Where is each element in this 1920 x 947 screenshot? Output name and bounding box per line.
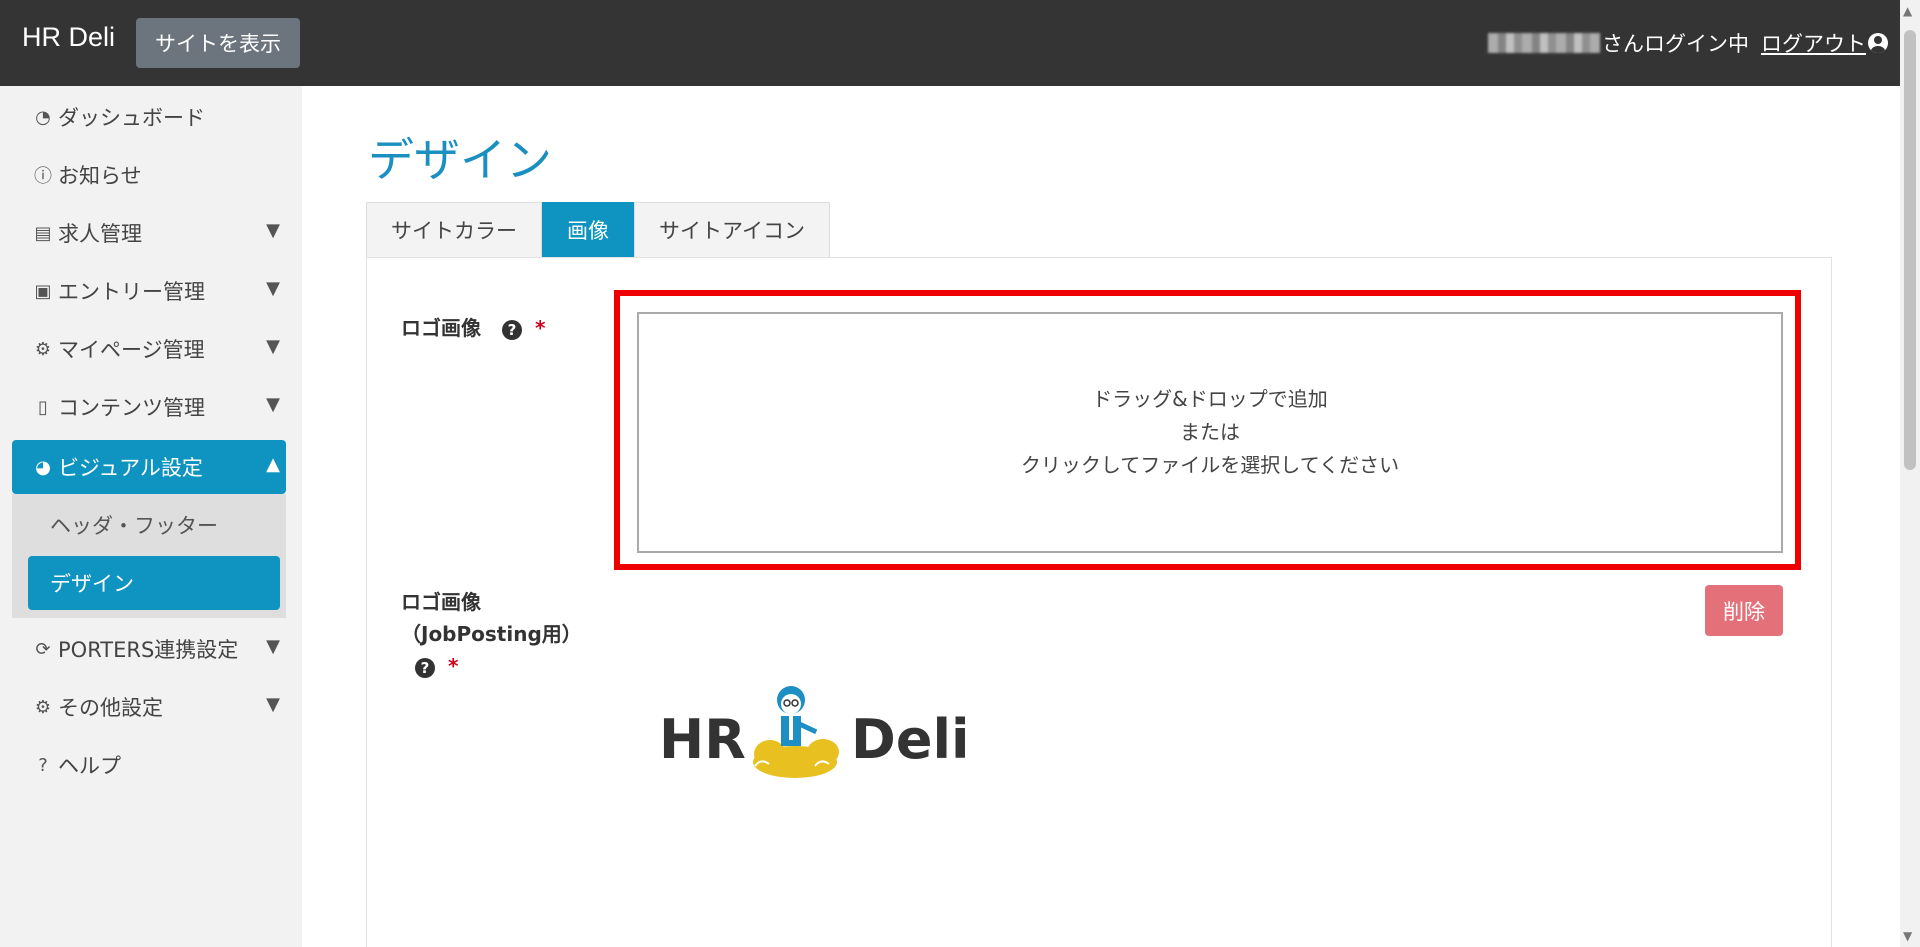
scrollbar-thumb[interactable] [1904,30,1916,470]
jobposting-label-line-2: （JobPosting用） [401,622,582,646]
brand-name[interactable]: HR Deli [22,22,115,53]
sidebar-item-contents[interactable]: ▯ コンテンツ管理 ▼ [12,380,286,434]
submenu-item-header-footer[interactable]: ヘッダ・フッター [28,498,280,552]
list-icon: ▤ [34,222,52,244]
info-icon: ⓘ [34,166,52,187]
submenu-item-design[interactable]: デザイン [28,556,280,610]
sidebar: ◔ ダッシュボード ⓘ お知らせ ▤ 求人管理 ▼ ▣ エントリー管理 ▼ ⚙ … [0,86,302,947]
sidebar-item-label: マイページ管理 [58,338,205,362]
chevron-down-icon: ▼ [266,636,280,657]
sidebar-item-porters[interactable]: ⟳ PORTERS連携設定 ▼ [12,622,286,676]
sidebar-item-dashboard[interactable]: ◔ ダッシュボード [12,90,286,144]
chevron-down-icon: ▼ [266,220,280,241]
sidebar-item-news[interactable]: ⓘ お知らせ [12,148,286,202]
tab-bar: サイトカラー 画像 サイトアイコン [366,202,830,257]
scroll-up-arrow-icon[interactable]: ▲ [1903,4,1912,18]
tab-site-color[interactable]: サイトカラー [366,202,542,257]
chevron-down-icon: ▼ [266,694,280,715]
logo-dropzone[interactable]: ドラッグ&ドロップで追加 または クリックしてファイルを選択してください [637,312,1783,553]
jobposting-logo-field-label: ロゴ画像 （JobPosting用） ? * [401,586,582,682]
user-circle-icon[interactable] [1868,33,1888,53]
logo-person-icon [777,686,818,746]
submenu-item-label: デザイン [50,572,134,596]
submenu-item-label: ヘッダ・フッター [50,514,218,538]
sidebar-item-label: エントリー管理 [58,280,205,304]
question-circle-icon[interactable]: ? [415,657,435,678]
jobposting-label-line-1: ロゴ画像 [401,590,481,614]
jobposting-logo-preview: HR Deli [655,682,969,792]
sidebar-item-label: コンテンツ管理 [58,396,205,420]
sidebar-item-help[interactable]: ? ヘルプ [12,738,286,792]
hr-deli-logo: HR Deli [659,686,969,778]
sidebar-item-label: その他設定 [58,696,163,720]
logo-text-deli: Deli [851,708,965,771]
login-status-text: さんログイン中 [1602,32,1749,56]
palette-icon: ◕ [35,456,51,478]
page-title: デザイン [368,133,552,187]
question-icon: ? [38,754,48,776]
tab-image[interactable]: 画像 [542,202,634,257]
logo-label-text: ロゴ画像 [401,316,481,340]
delete-button[interactable]: 削除 [1705,585,1783,636]
gauge-icon: ◔ [35,106,51,128]
sync-icon: ⟳ [35,638,51,660]
scroll-down-arrow-icon[interactable]: ▼ [1903,929,1912,943]
sidebar-item-entries[interactable]: ▣ エントリー管理 ▼ [12,264,286,318]
visual-submenu: ヘッダ・フッター デザイン [12,494,286,618]
user-gear-icon: ⚙ [34,338,52,360]
dropzone-line-3: クリックしてファイルを選択してください [1020,453,1400,477]
sidebar-item-other-settings[interactable]: ⚙ その他設定 ▼ [12,680,286,734]
required-mark: * [447,654,459,678]
chevron-down-icon: ▼ [266,394,280,415]
sidebar-item-label: ビジュアル設定 [58,456,203,480]
id-card-icon: ▣ [34,280,52,302]
logo-text-hr: HR [659,708,746,771]
chevron-down-icon: ▼ [266,336,280,357]
required-mark: * [534,316,546,340]
sidebar-item-label: 求人管理 [58,222,142,246]
tab-site-icon[interactable]: サイトアイコン [634,202,830,257]
view-site-button[interactable]: サイトを表示 [136,18,300,68]
sidebar-item-label: ヘルプ [58,754,121,778]
sidebar-item-visual[interactable]: ◕ ビジュアル設定 ▲ [12,440,286,494]
user-area: さんログイン中 ログアウト [1488,28,1888,58]
logo-field-label: ロゴ画像 ? * [401,312,545,344]
page-scrollbar[interactable]: ▲ ▼ [1900,0,1920,947]
sidebar-item-mypage[interactable]: ⚙ マイページ管理 ▼ [12,322,286,376]
sidebar-item-label: PORTERS連携設定 [58,638,239,662]
top-navbar: HR Deli サイトを表示 さんログイン中 ログアウト [0,0,1920,86]
chevron-down-icon: ▼ [266,278,280,299]
gear-icon: ⚙ [34,696,52,718]
file-icon: ▯ [38,396,48,418]
sidebar-item-label: お知らせ [58,164,142,188]
logout-link[interactable]: ログアウト [1761,28,1866,58]
sidebar-item-jobs[interactable]: ▤ 求人管理 ▼ [12,206,286,260]
chevron-up-icon: ▲ [266,454,280,475]
question-circle-icon[interactable]: ? [501,319,522,340]
user-name-redacted [1488,33,1600,53]
dropzone-line-1: ドラッグ&ドロップで追加 [1092,387,1328,411]
sidebar-item-label: ダッシュボード [58,106,205,130]
dropzone-line-2: または [1180,420,1240,444]
